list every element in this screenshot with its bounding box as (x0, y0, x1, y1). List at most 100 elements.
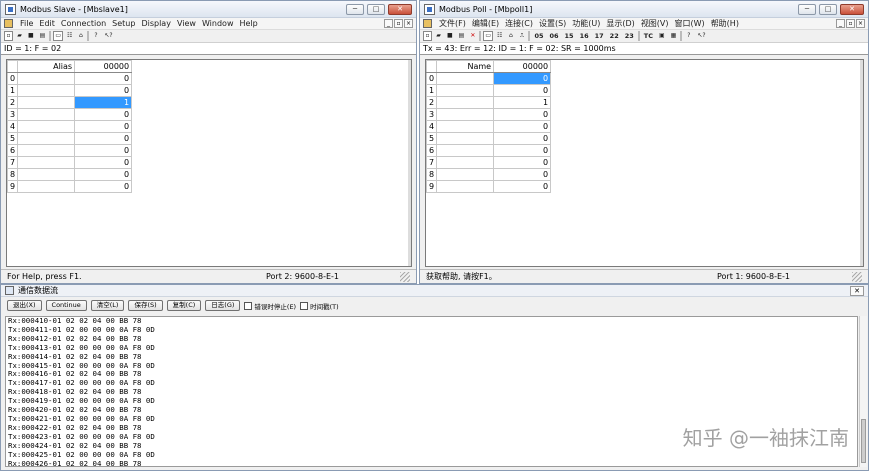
grid-row[interactable]: 40 (6, 120, 133, 133)
fn-22-button[interactable]: 22 (608, 31, 621, 41)
grid-row[interactable]: 50 (425, 132, 552, 145)
menu-view[interactable]: 视图(V) (638, 18, 672, 29)
value-cell[interactable]: 1 (493, 96, 552, 109)
mdi-restore-button[interactable]: ▫ (394, 19, 403, 28)
alias-cell[interactable] (436, 120, 495, 133)
disconnect-icon[interactable]: ✕ (468, 31, 477, 41)
stop-on-error-checkbox[interactable]: 错误时停止(E) (244, 301, 296, 311)
alias-cell[interactable] (17, 96, 76, 109)
value-cell[interactable]: 0 (74, 144, 133, 157)
about-icon[interactable]: ? (91, 31, 100, 41)
continue-button[interactable]: Continue (45, 300, 87, 311)
alias-cell[interactable] (436, 180, 495, 193)
maximize-button[interactable]: □ (819, 3, 837, 15)
value-cell[interactable]: 0 (493, 108, 552, 121)
window-icon[interactable]: ▭ (53, 31, 64, 41)
alias-cell[interactable] (17, 144, 76, 157)
new-icon[interactable]: ▫ (423, 31, 432, 41)
alias-cell[interactable] (17, 168, 76, 181)
window-icon[interactable]: ▭ (483, 31, 494, 41)
menu-setup[interactable]: Setup (109, 19, 138, 28)
value-cell[interactable]: 0 (74, 168, 133, 181)
value-cell[interactable]: 1 (74, 96, 133, 109)
about-icon[interactable]: ? (684, 31, 693, 41)
register-column-header[interactable]: 00000 (493, 60, 552, 73)
open-icon[interactable]: ▰ (434, 31, 443, 41)
grid-row[interactable]: 80 (6, 168, 133, 181)
menu-edit[interactable]: 编辑(E) (469, 18, 502, 29)
grid-row[interactable]: 40 (425, 120, 552, 133)
comm-traffic-icon[interactable]: ☷ (495, 31, 504, 41)
grid-row[interactable]: 90 (6, 180, 133, 193)
menu-functions[interactable]: 功能(U) (569, 18, 603, 29)
menu-file[interactable]: 文件(F) (436, 18, 469, 29)
log-scrollbar[interactable] (859, 316, 867, 467)
print-icon[interactable]: ▤ (38, 31, 48, 41)
menu-file[interactable]: File (17, 19, 36, 28)
log-button[interactable]: 日志(G) (205, 300, 241, 311)
grid-row[interactable]: 60 (6, 144, 133, 157)
grid-row[interactable]: 00 (425, 72, 552, 85)
alias-cell[interactable] (17, 108, 76, 121)
alias-cell[interactable] (436, 84, 495, 97)
minimize-button[interactable]: ─ (346, 3, 364, 15)
mdi-minimize-button[interactable]: _ (384, 19, 393, 28)
close-button[interactable]: ✕ (850, 285, 864, 296)
close-button[interactable]: ✕ (840, 3, 864, 15)
alias-cell[interactable] (436, 108, 495, 121)
fn-05-button[interactable]: 05 (532, 31, 545, 41)
menu-help[interactable]: 帮助(H) (708, 18, 742, 29)
lock-icon[interactable]: ⌂ (76, 31, 85, 41)
alias-cell[interactable] (436, 156, 495, 169)
grid-row[interactable]: 30 (425, 108, 552, 121)
resize-grip-icon[interactable] (852, 271, 862, 282)
menu-setup[interactable]: 设置(S) (536, 18, 569, 29)
alias-cell[interactable] (436, 96, 495, 109)
menu-view[interactable]: View (174, 19, 199, 28)
value-cell[interactable]: 0 (74, 84, 133, 97)
grid-row[interactable]: 70 (6, 156, 133, 169)
alias-cell[interactable] (17, 156, 76, 169)
resize-grip-icon[interactable] (400, 271, 410, 282)
value-cell[interactable]: 0 (493, 144, 552, 157)
grid-row[interactable]: 30 (6, 108, 133, 121)
value-cell[interactable]: 0 (493, 180, 552, 193)
mdi-minimize-button[interactable]: _ (836, 19, 845, 28)
value-cell[interactable]: 0 (74, 180, 133, 193)
context-help-icon[interactable]: ↖? (102, 31, 114, 41)
maximize-button[interactable]: □ (367, 3, 385, 15)
timestamp-checkbox[interactable]: 时间戳(T) (300, 301, 339, 311)
alias-cell[interactable] (436, 72, 495, 85)
grid-row[interactable]: 70 (425, 156, 552, 169)
alias-cell[interactable] (436, 168, 495, 181)
save-button[interactable]: 保存(S) (128, 300, 163, 311)
fn-06-button[interactable]: 06 (547, 31, 560, 41)
copy-button[interactable]: 复制(C) (166, 300, 202, 311)
checkbox-box[interactable] (300, 301, 309, 310)
menu-window[interactable]: Window (199, 19, 237, 28)
grid-row[interactable]: 00 (6, 72, 133, 85)
grid-row[interactable]: 10 (6, 84, 133, 97)
lock-icon[interactable]: ⌂ (506, 31, 515, 41)
save-icon[interactable]: ■ (445, 31, 455, 41)
mdi-document-icon[interactable] (423, 19, 432, 28)
fn-15-button[interactable]: 15 (563, 31, 576, 41)
fn-23-button[interactable]: 23 (623, 31, 636, 41)
test-center-button[interactable]: TC (642, 31, 655, 41)
mdi-restore-button[interactable]: ▫ (846, 19, 855, 28)
value-cell[interactable]: 0 (74, 108, 133, 121)
value-cell[interactable]: 0 (74, 120, 133, 133)
value-cell[interactable]: 0 (74, 156, 133, 169)
mdi-document-icon[interactable] (4, 19, 13, 28)
grid-scrollbar[interactable] (860, 60, 863, 266)
read-write-icon[interactable]: ⎍ (517, 31, 526, 41)
new-icon[interactable]: ▫ (4, 31, 13, 41)
mdi-close-button[interactable]: × (404, 19, 413, 28)
fn-17-button[interactable]: 17 (593, 31, 606, 41)
name-column-header[interactable]: Name (436, 60, 495, 73)
display-icon[interactable]: ▣ (657, 31, 667, 41)
alias-cell[interactable] (17, 72, 76, 85)
grid-row[interactable]: 21 (6, 96, 133, 109)
minimize-button[interactable]: ─ (798, 3, 816, 15)
scrollbar-thumb[interactable] (861, 419, 866, 463)
